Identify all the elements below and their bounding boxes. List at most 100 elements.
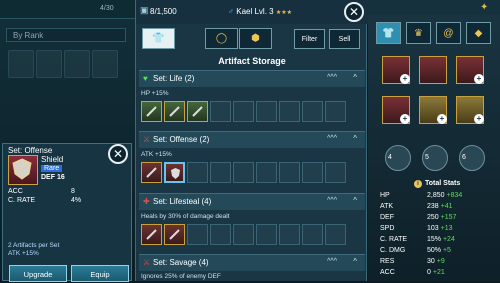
sword-icon: ⚔: [143, 258, 151, 267]
empty-slot: [325, 224, 346, 245]
tab-artifacts[interactable]: 👕: [376, 22, 401, 44]
empty-slot: [210, 101, 231, 122]
set-row-offense[interactable]: ⚔ Set: Offense (2) ^^^ ^: [139, 131, 365, 148]
collapse-chevron-icon[interactable]: ^: [353, 257, 357, 266]
plus-icon: +: [437, 114, 447, 124]
sort-arrows[interactable]: ^^^: [327, 135, 337, 142]
champion-thumb[interactable]: [8, 50, 34, 78]
bag-icon: ▣: [140, 5, 149, 15]
substat-value: 4%: [71, 197, 82, 204]
set-name: Set: Lifesteal (4): [153, 197, 212, 206]
plus-icon: +: [474, 114, 484, 124]
storage-title: Artifact Storage: [218, 56, 286, 66]
set-bonus-text: ATK +15%: [8, 250, 39, 257]
empty-slot: [256, 224, 277, 245]
heart-icon: ♥: [143, 74, 148, 83]
set-name: Set: Offense (2): [153, 135, 210, 144]
swirl-icon: @: [443, 28, 454, 39]
stat-base: 238: [427, 203, 439, 210]
champion-label: ♂ Kael Lvl. 3 ★★★: [228, 7, 292, 16]
substat-label: C. RATE: [8, 197, 36, 204]
artifact-slot[interactable]: [164, 224, 185, 245]
helmet-slot[interactable]: [419, 56, 447, 84]
set-row-lifesteal[interactable]: ✚ Set: Lifesteal (4) ^^^ ^: [139, 193, 365, 210]
stat-bonus: +5: [442, 247, 451, 254]
artifact-slot[interactable]: [164, 101, 185, 122]
corner-ornament-icon: ✦: [480, 2, 489, 13]
empty-slot: [302, 224, 323, 245]
close-storage-button[interactable]: ✕: [344, 2, 364, 22]
stat-bonus: +13: [440, 225, 453, 232]
tab-armor[interactable]: 👕: [142, 28, 175, 49]
champion-thumb[interactable]: [64, 50, 90, 78]
empty-slot: [325, 101, 346, 122]
close-detail-button[interactable]: ✕: [108, 144, 128, 164]
sell-button[interactable]: Sell: [329, 29, 360, 49]
hero-equipment-panel: ✦ 👕 ♛ @ ◆ + + + + + 4 5 6 i Total Stats H…: [368, 0, 500, 281]
stat-label: ACC: [380, 269, 395, 276]
sort-arrows[interactable]: ^^^: [327, 258, 337, 265]
stat-value: 2,850 +834: [427, 192, 462, 199]
info-icon: i: [414, 180, 422, 188]
left-topbar: 4/30: [0, 0, 140, 19]
detail-item-name: Shield: [41, 155, 64, 164]
set-row-life[interactable]: ♥ Set: Life (2) ^^^ ^: [139, 70, 365, 87]
sort-dropdown[interactable]: By Rank: [6, 28, 126, 42]
rarity-badge: Rare: [41, 165, 63, 172]
stat-base: 30: [427, 258, 435, 265]
shield-slot[interactable]: +: [456, 56, 484, 84]
selected-artifact-slot[interactable]: [164, 162, 185, 183]
sword-icon: ⚔: [143, 135, 151, 144]
boots-slot[interactable]: +: [456, 96, 484, 124]
set-bonus: HP +15%: [141, 90, 169, 97]
artifact-slot[interactable]: [141, 224, 162, 245]
artifact-slot[interactable]: [141, 101, 162, 122]
main-stat: DEF 16: [41, 174, 65, 181]
drop-icon: ✚: [143, 197, 150, 206]
empty-slot: [210, 162, 231, 183]
stat-base: 50%: [427, 247, 442, 254]
equip-button[interactable]: Equip: [71, 265, 129, 282]
stat-base: 0: [427, 269, 431, 276]
stat-label: RES: [380, 258, 395, 265]
tab-ring[interactable]: ◯: [205, 28, 238, 49]
stat-base: 2,850: [427, 192, 445, 199]
chest-slot[interactable]: +: [419, 96, 447, 124]
tab-ascend[interactable]: ◆: [466, 22, 491, 44]
sort-arrows[interactable]: ^^^: [327, 197, 337, 204]
champion-thumb[interactable]: [36, 50, 62, 78]
champion-stars: ★★★: [275, 10, 292, 16]
tab-skills[interactable]: @: [436, 22, 461, 44]
collapse-chevron-icon[interactable]: ^: [353, 73, 357, 82]
stat-value: 15% +24: [427, 236, 455, 243]
accessory-level: 4: [388, 154, 392, 161]
tab-amulet[interactable]: ⬢: [239, 28, 272, 49]
weapon-slot[interactable]: +: [382, 56, 410, 84]
filter-button[interactable]: Filter: [294, 29, 325, 49]
total-stats-header[interactable]: i Total Stats: [414, 180, 460, 188]
stat-bonus: +834: [446, 192, 463, 199]
gloves-slot[interactable]: +: [382, 96, 410, 124]
stat-base: 103: [427, 225, 439, 232]
stat-label: ATK: [380, 203, 394, 210]
tab-masteries[interactable]: ♛: [406, 22, 431, 44]
champion-thumb[interactable]: [92, 50, 118, 78]
collapse-chevron-icon[interactable]: ^: [353, 196, 357, 205]
empty-slot: [302, 162, 323, 183]
amulet-icon: ⬢: [251, 33, 260, 44]
set-row-savage[interactable]: ⚔ Set: Savage (4) ^^^ ^: [139, 254, 365, 271]
artifact-storage-panel: ▣ 8/1,500 ♂ Kael Lvl. 3 ★★★ ✕ 👕 ◯ ⬢ Filt…: [135, 0, 368, 281]
stat-value: 0 +21: [427, 269, 445, 276]
artifact-slot[interactable]: [187, 101, 208, 122]
crown-icon: ♛: [414, 28, 423, 39]
set-bonus: ATK +15%: [141, 151, 172, 158]
sort-arrows[interactable]: ^^^: [327, 74, 337, 81]
empty-slot: [279, 224, 300, 245]
upgrade-button[interactable]: Upgrade: [9, 265, 67, 282]
stat-bonus: +9: [436, 258, 445, 265]
stat-value: 30 +9: [427, 258, 445, 265]
stat-base: 15%: [427, 236, 442, 243]
collapse-chevron-icon[interactable]: ^: [353, 134, 357, 143]
shirt-icon: 👕: [152, 33, 165, 44]
artifact-slot[interactable]: [141, 162, 162, 183]
